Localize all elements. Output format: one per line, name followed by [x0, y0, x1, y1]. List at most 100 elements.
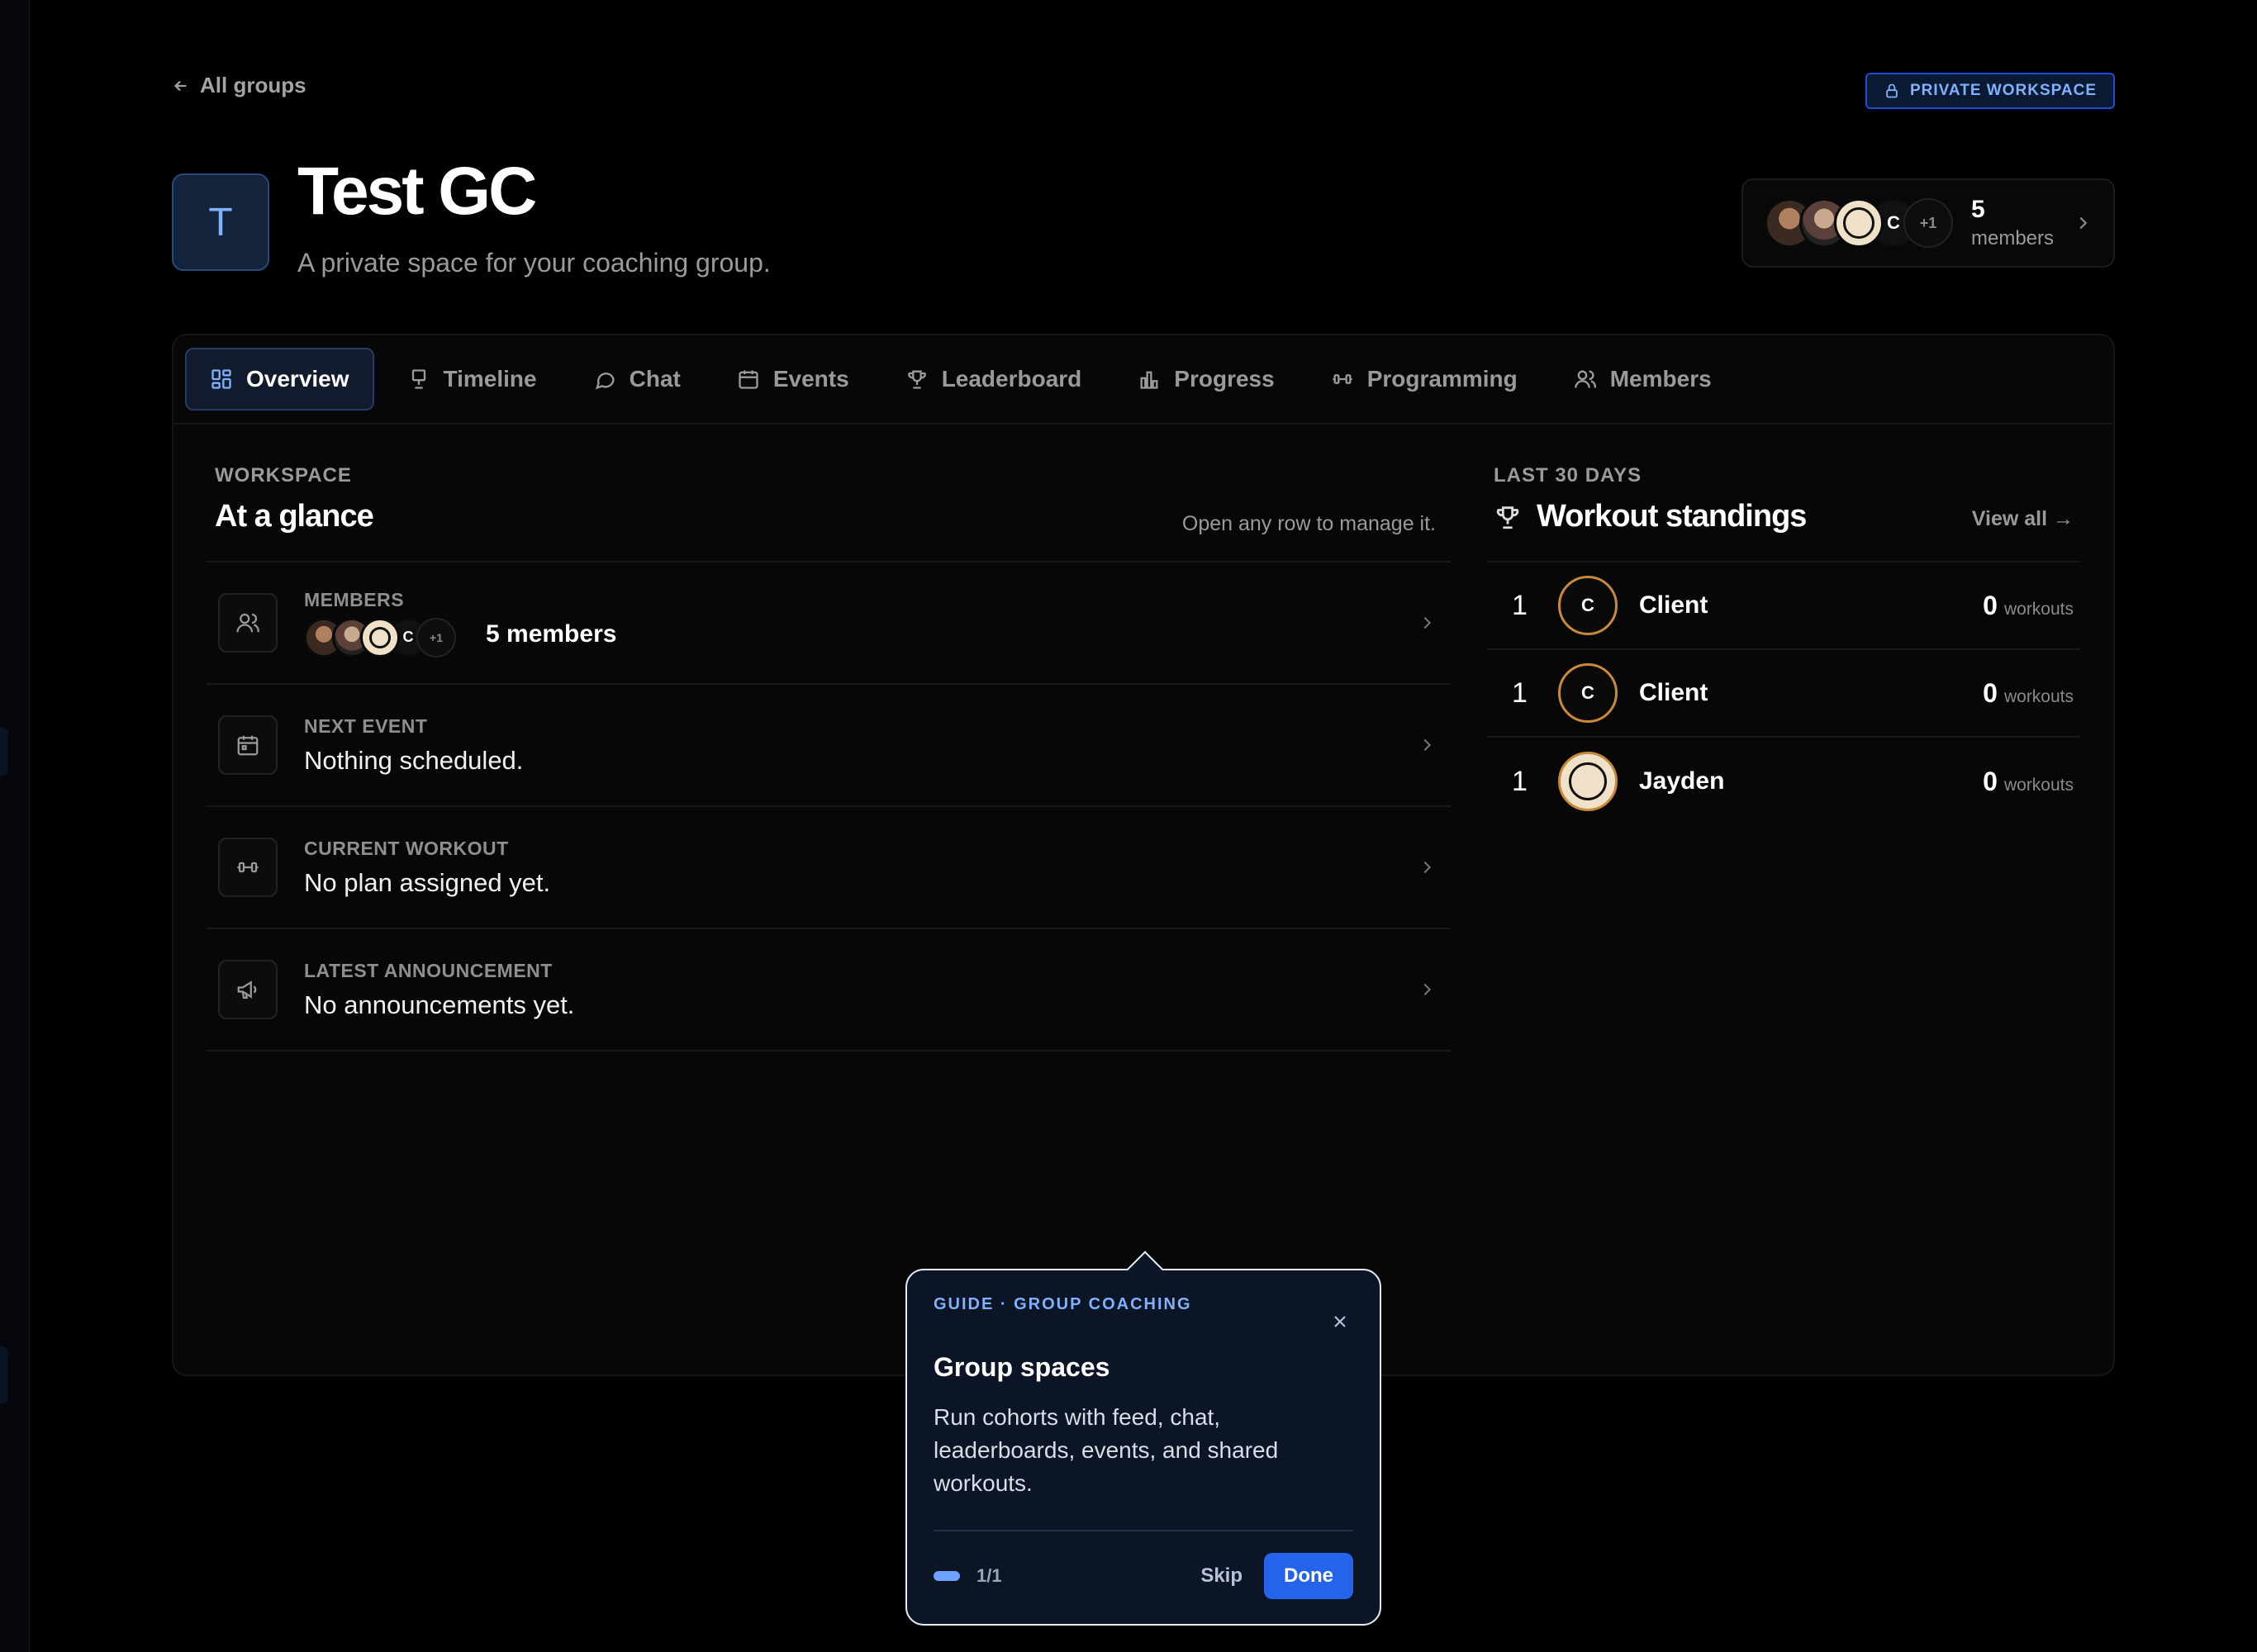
glance-row-latest-announcement[interactable]: LATEST ANNOUNCEMENT No announcements yet… — [207, 929, 1451, 1051]
section-label: LAST 30 DAYS — [1494, 464, 1642, 487]
workout-unit: workouts — [2003, 686, 2074, 706]
rank: 1 — [1512, 589, 1528, 621]
glance-row-members[interactable]: MEMBERS C +1 5 members — [207, 563, 1451, 685]
row-label: NEXT EVENT — [304, 714, 428, 737]
tab-label: Chat — [629, 366, 681, 392]
tab-bar: Overview Timeline Chat Events Leaderboar… — [173, 335, 2113, 425]
dumbbell-icon — [1333, 374, 1352, 384]
bar-chart-icon — [1140, 371, 1158, 389]
tab-timeline[interactable]: Timeline — [384, 348, 560, 411]
tab-label: Leaderboard — [941, 366, 1082, 392]
lock-icon — [1886, 83, 1898, 98]
avatar-logo — [360, 617, 400, 657]
chevron-right-icon — [1423, 738, 1432, 752]
chevron-right-icon — [1423, 861, 1432, 874]
avatar-overflow-count: +1 — [416, 617, 456, 657]
chevron-right-icon — [2079, 216, 2088, 230]
workout-count: 0 — [1983, 677, 1998, 708]
row-icon-box — [218, 593, 278, 653]
tab-label: Timeline — [443, 366, 537, 392]
users-icon — [236, 613, 259, 633]
standings-row[interactable]: 1 Jayden 0 workouts — [1487, 738, 2080, 825]
tab-overview[interactable]: Overview — [185, 348, 374, 411]
avatar-stack: C +1 — [304, 617, 456, 657]
badge-label: PRIVATE WORKSPACE — [1909, 82, 2097, 99]
tab-programming[interactable]: Programming — [1308, 348, 1541, 411]
row-icon-box — [218, 960, 278, 1019]
standings-list: 1 C Client 0 workouts 1 C Client 0 worko… — [1487, 561, 2080, 825]
guide-popover: GUIDE · GROUP COACHING Group spaces Run … — [905, 1269, 1381, 1626]
members-count: 5 — [1971, 196, 1985, 223]
rank: 1 — [1512, 765, 1528, 797]
close-icon[interactable] — [1330, 1312, 1350, 1332]
members-summary-card[interactable]: C +1 5 members — [1741, 178, 2115, 268]
glance-rows: MEMBERS C +1 5 members NEXT EVENT Nothin… — [207, 561, 1451, 1051]
standings-row[interactable]: 1 C Client 0 workouts — [1487, 650, 2080, 738]
tab-label: Progress — [1174, 366, 1275, 392]
member-name: Jayden — [1639, 767, 1725, 795]
workout-standings-section: LAST 30 DAYS Workout standings View all … — [1487, 464, 2080, 825]
tab-label: Overview — [246, 366, 349, 392]
step-counter: 1/1 — [976, 1565, 1002, 1586]
trophy-icon — [1496, 506, 1519, 529]
tab-events[interactable]: Events — [714, 348, 872, 411]
tab-label: Events — [772, 366, 849, 392]
tab-members[interactable]: Members — [1551, 348, 1735, 411]
divider — [934, 1530, 1353, 1531]
workout-unit: workouts — [2003, 775, 2074, 795]
skip-button[interactable]: Skip — [1200, 1564, 1243, 1588]
tab-chat[interactable]: Chat — [570, 348, 704, 411]
page-title: Test GC — [297, 154, 537, 229]
row-value: Nothing scheduled. — [304, 745, 524, 775]
avatar-initial: C — [1558, 663, 1618, 723]
row-label: CURRENT WORKOUT — [304, 837, 509, 859]
megaphone-icon — [237, 980, 257, 999]
row-value: 5 members — [486, 620, 617, 648]
group-avatar: T — [172, 173, 269, 271]
avatar-stack: C +1 — [1765, 198, 1953, 248]
member-name: Client — [1639, 591, 1708, 619]
back-to-groups-link[interactable]: All groups — [172, 73, 306, 98]
row-value: No announcements yet. — [304, 990, 575, 1019]
avatar-initial: C — [1558, 576, 1618, 635]
chevron-right-icon — [1423, 616, 1432, 629]
glance-row-next-event[interactable]: NEXT EVENT Nothing scheduled. — [207, 685, 1451, 807]
rail-marker[interactable] — [0, 727, 8, 776]
private-workspace-badge: PRIVATE WORKSPACE — [1865, 73, 2115, 109]
group-panel: Overview Timeline Chat Events Leaderboar… — [172, 334, 2115, 1376]
calendar-icon — [739, 370, 758, 389]
guide-kicker: GUIDE · GROUP COACHING — [934, 1295, 1192, 1313]
avatar-logo — [1834, 198, 1884, 248]
trophy-icon — [907, 370, 926, 389]
workout-count: 0 — [1983, 590, 1998, 620]
row-icon-box — [218, 838, 278, 897]
chat-bubble-icon — [595, 373, 615, 390]
avatar-overflow-count: +1 — [1903, 198, 1953, 248]
tab-label: Members — [1609, 366, 1712, 392]
row-icon-box — [218, 715, 278, 775]
members-count-label: members — [1971, 227, 2055, 249]
row-label: MEMBERS — [304, 588, 405, 610]
grid-icon — [211, 369, 231, 389]
glance-row-current-workout[interactable]: CURRENT WORKOUT No plan assigned yet. — [207, 807, 1451, 929]
chevron-right-icon — [1423, 983, 1432, 996]
tab-leaderboard[interactable]: Leaderboard — [882, 348, 1105, 411]
section-title: Workout standings — [1537, 499, 1807, 534]
arrow-left-icon — [173, 80, 187, 91]
row-label: LATEST ANNOUNCEMENT — [304, 959, 553, 981]
timeline-icon — [411, 369, 425, 389]
left-rail — [0, 0, 30, 1652]
at-a-glance-section: WORKSPACE At a glance Open any row to ma… — [207, 464, 1451, 1051]
dumbbell-icon — [237, 862, 259, 873]
users-icon — [1574, 370, 1596, 388]
tab-progress[interactable]: Progress — [1114, 348, 1297, 411]
calendar-icon — [237, 735, 259, 756]
workout-count: 0 — [1983, 766, 1998, 796]
rank: 1 — [1512, 676, 1528, 709]
standings-row[interactable]: 1 C Client 0 workouts — [1487, 563, 2080, 650]
done-button[interactable]: Done — [1264, 1553, 1353, 1599]
rail-marker[interactable] — [0, 1346, 8, 1404]
tab-label: Programming — [1366, 366, 1518, 392]
view-all-link[interactable]: View all → — [1972, 507, 2074, 531]
avatar-logo — [1558, 752, 1618, 811]
